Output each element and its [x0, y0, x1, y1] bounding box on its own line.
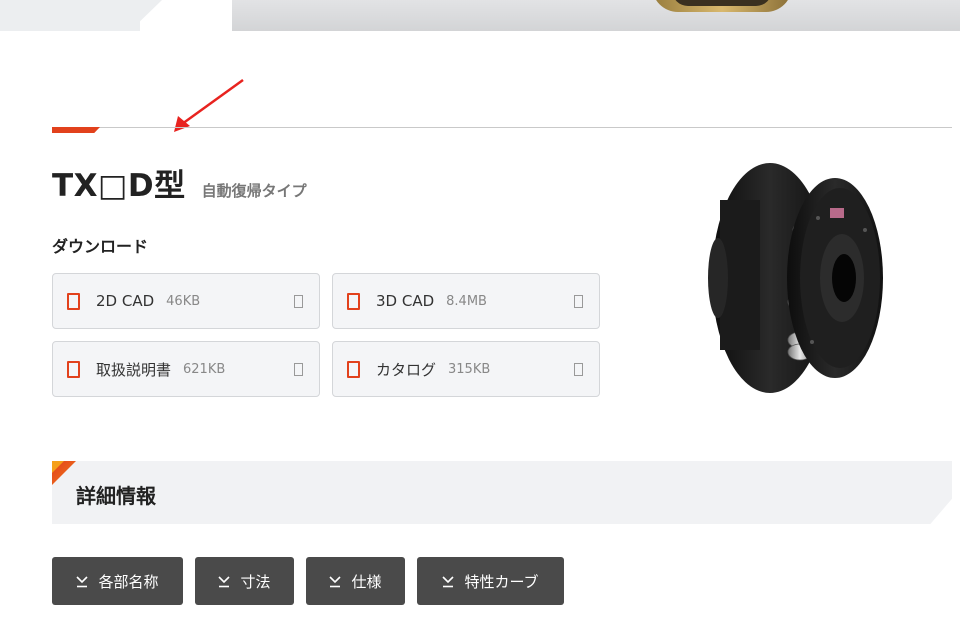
file-icon: [347, 292, 360, 310]
details-heading: 詳細情報: [76, 484, 156, 508]
download-size: 46KB: [166, 293, 201, 309]
tab-label: 仕様: [351, 572, 382, 591]
tab-dimensions[interactable]: 寸法: [195, 557, 294, 605]
file-icon: [347, 360, 360, 378]
tab-characteristic-curves[interactable]: 特性カーブ: [417, 557, 564, 605]
tab-label: 寸法: [240, 572, 271, 591]
download-manual-button[interactable]: 取扱説明書 621KB: [52, 341, 320, 397]
chevron-down-icon: [76, 576, 89, 588]
download-label: カタログ: [376, 360, 437, 379]
download-size: 315KB: [448, 361, 491, 377]
tab-specifications[interactable]: 仕様: [306, 557, 405, 605]
product-subtitle: 自動復帰タイプ: [201, 182, 307, 200]
hero-banner-image: [232, 0, 960, 31]
download-label: 2D CAD: [96, 292, 155, 310]
header-strip-cut: [130, 0, 162, 31]
file-icon: [67, 292, 80, 310]
chevron-down-icon: [329, 576, 342, 588]
download-2d-cad-button[interactable]: 2D CAD 46KB: [52, 273, 320, 329]
product-title-row: TX□D型 自動復帰タイプ: [52, 160, 307, 205]
download-label: 3D CAD: [376, 292, 435, 310]
tab-label: 各部名称: [98, 572, 159, 591]
details-section-header: [52, 461, 952, 524]
download-label: 取扱説明書: [96, 360, 172, 379]
download-icon: [294, 363, 303, 376]
tab-part-names[interactable]: 各部名称: [52, 557, 183, 605]
download-icon: [574, 363, 583, 376]
chevron-down-icon: [218, 576, 231, 588]
product-image: [708, 163, 883, 393]
section-divider: [52, 127, 952, 128]
section-divider-accent: [52, 127, 100, 133]
header-strip-left: [0, 0, 140, 31]
file-icon: [67, 360, 80, 378]
download-icon: [574, 295, 583, 308]
download-3d-cad-button[interactable]: 3D CAD 8.4MB: [332, 273, 600, 329]
download-icon: [294, 295, 303, 308]
download-size: 621KB: [183, 361, 226, 377]
tab-label: 特性カーブ: [464, 572, 539, 591]
download-catalog-button[interactable]: カタログ 315KB: [332, 341, 600, 397]
download-heading: ダウンロード: [52, 237, 149, 256]
chevron-down-icon: [442, 576, 455, 588]
annotation-arrow-icon: [174, 78, 244, 132]
download-size: 8.4MB: [446, 293, 487, 309]
product-title: TX□D型: [52, 168, 186, 204]
